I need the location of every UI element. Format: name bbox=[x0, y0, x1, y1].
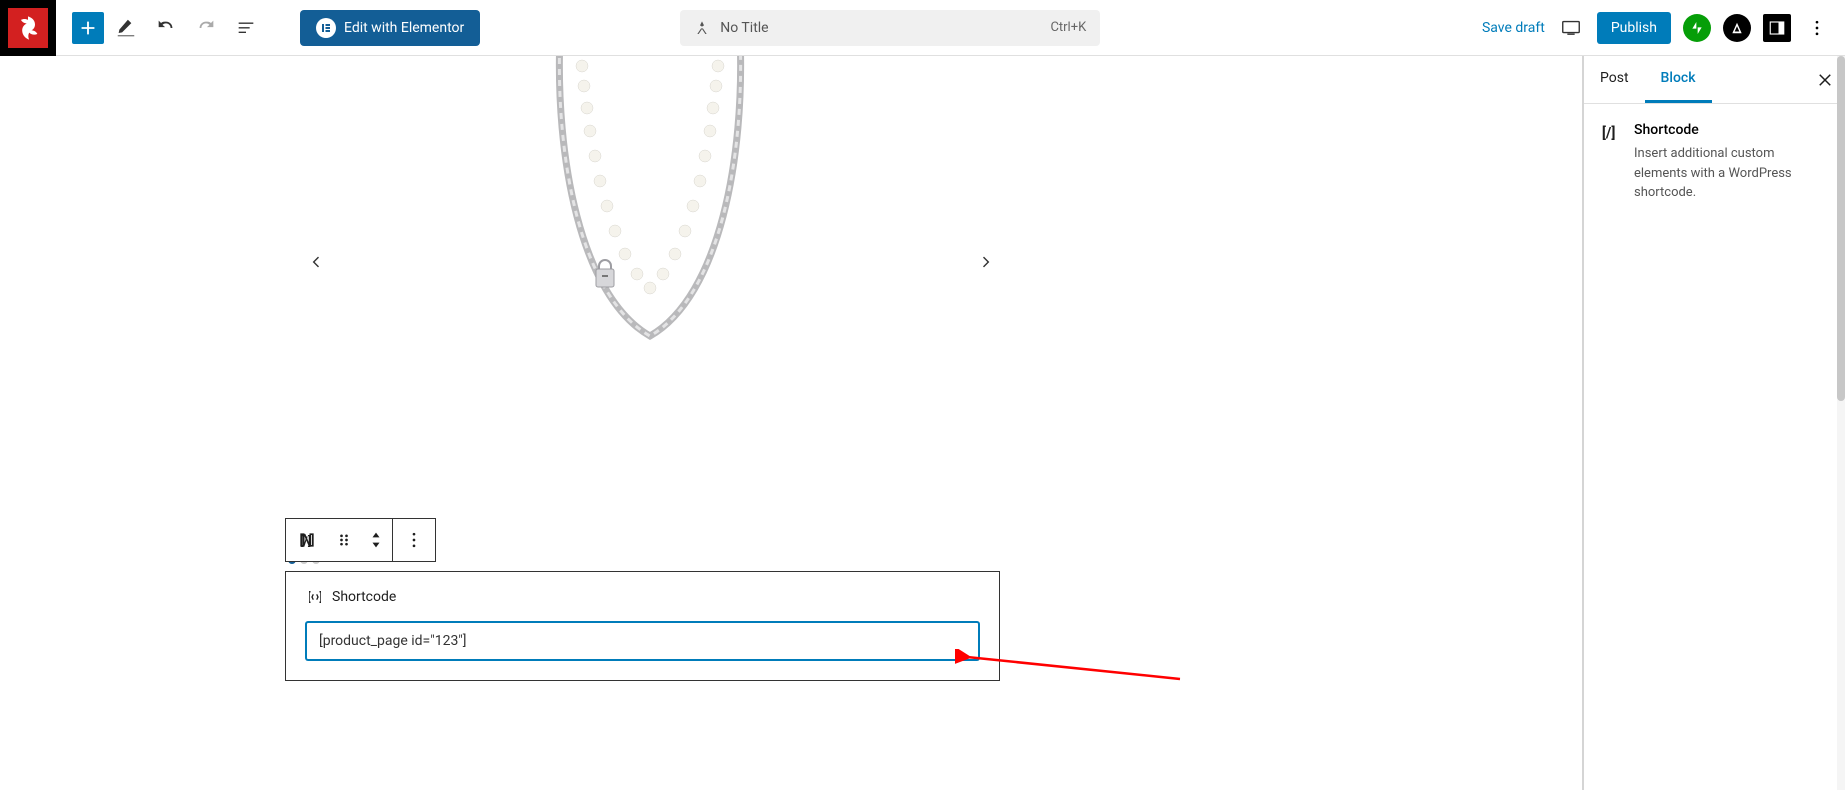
move-up-icon[interactable] bbox=[369, 530, 383, 540]
elementor-icon bbox=[316, 18, 336, 38]
tools-icon[interactable] bbox=[108, 10, 144, 46]
carousel-prev-icon[interactable] bbox=[300, 246, 332, 278]
block-type-icon[interactable]: [/] bbox=[286, 519, 328, 561]
settings-sidebar: Post Block [/] Shortcode Insert addition… bbox=[1583, 56, 1845, 790]
editor-toolbar: Edit with Elementor No Title Ctrl+K Save… bbox=[0, 0, 1845, 56]
move-down-icon[interactable] bbox=[369, 540, 383, 550]
svg-text:[/]: [/] bbox=[1602, 124, 1616, 142]
sidebar-scrollbar-thumb[interactable] bbox=[1837, 56, 1845, 401]
redo-icon[interactable] bbox=[188, 10, 224, 46]
site-logo[interactable] bbox=[0, 0, 56, 56]
tab-block[interactable]: Block bbox=[1645, 56, 1712, 103]
tab-post[interactable]: Post bbox=[1584, 56, 1645, 103]
block-title: Shortcode bbox=[1634, 122, 1829, 138]
jetpack-icon[interactable] bbox=[1683, 14, 1711, 42]
shortcode-block-label: Shortcode bbox=[332, 589, 396, 605]
elementor-label: Edit with Elementor bbox=[344, 20, 464, 36]
settings-panel-toggle[interactable] bbox=[1763, 14, 1791, 42]
block-toolbar: [/] bbox=[285, 518, 436, 562]
options-menu-icon[interactable] bbox=[1803, 14, 1831, 42]
document-title: No Title bbox=[720, 20, 768, 36]
document-overview-icon[interactable] bbox=[228, 10, 264, 46]
document-title-bar[interactable]: No Title Ctrl+K bbox=[680, 10, 1100, 46]
shortcode-input[interactable]: [product_page id="123"] bbox=[306, 622, 979, 660]
add-block-button[interactable] bbox=[72, 12, 104, 44]
shortcode-icon bbox=[306, 588, 324, 606]
carousel-next-icon[interactable] bbox=[970, 246, 1002, 278]
preview-icon[interactable] bbox=[1557, 14, 1585, 42]
svg-text:[/]: [/] bbox=[300, 534, 311, 548]
shortcode-block[interactable]: Shortcode [product_page id="123"] bbox=[285, 571, 1000, 681]
save-draft-button[interactable]: Save draft bbox=[1482, 20, 1545, 36]
move-arrows[interactable] bbox=[360, 519, 392, 561]
command-palette-shortcut: Ctrl+K bbox=[1050, 20, 1086, 35]
publish-button[interactable]: Publish bbox=[1597, 12, 1671, 44]
block-description: Insert additional custom elements with a… bbox=[1634, 144, 1829, 203]
title-pen-icon bbox=[694, 20, 710, 36]
edit-with-elementor-button[interactable]: Edit with Elementor bbox=[300, 10, 480, 46]
product-carousel bbox=[0, 56, 1582, 536]
block-options-icon[interactable] bbox=[393, 519, 435, 561]
editor-canvas[interactable]: [/] Shortcode [product_page id="123"] bbox=[0, 56, 1583, 790]
shortcode-icon: [/] bbox=[1600, 122, 1622, 203]
undo-icon[interactable] bbox=[148, 10, 184, 46]
astra-icon[interactable] bbox=[1723, 14, 1751, 42]
product-image bbox=[540, 56, 760, 396]
drag-handle-icon[interactable] bbox=[328, 519, 360, 561]
